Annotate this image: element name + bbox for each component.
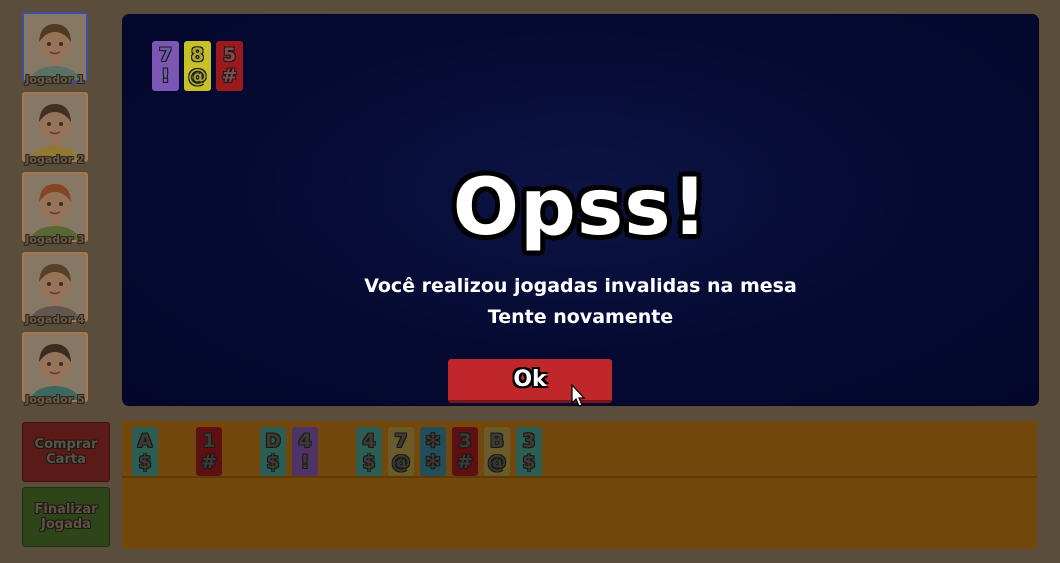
player-3: Jogador 3 (22, 172, 88, 246)
tile-value: D (265, 429, 281, 452)
hand-tile[interactable]: 7 @ (388, 427, 414, 476)
tile-value: 7 (394, 429, 408, 452)
table-tile[interactable]: 5 # (216, 41, 243, 91)
modal-title: Opss! (452, 163, 709, 253)
tile-symbol: $ (138, 450, 152, 473)
tile-value: A (137, 429, 153, 452)
buy-card-label-2: Carta (46, 452, 86, 467)
player-2-avatar (22, 92, 88, 162)
tile-symbol: @ (188, 65, 207, 87)
hand-tile[interactable]: 4! (292, 427, 318, 476)
modal-message: Você realizou jogadas invalidas na mesa (364, 275, 797, 297)
tile-symbol: # (201, 450, 217, 473)
tile-symbol: ! (161, 65, 170, 87)
tile-value: 3 (522, 429, 536, 452)
tile-value: 1 (202, 429, 216, 452)
tile-value: B (489, 429, 505, 452)
tile-value: 8 (190, 44, 205, 66)
end-turn-button[interactable]: Finalizar Jogada (22, 487, 110, 547)
player-1-name: Jogador 1 (25, 73, 85, 86)
hand-tile[interactable]: 1 # (196, 427, 222, 476)
tile-value: 5 (222, 44, 237, 66)
player-5-avatar (22, 332, 88, 402)
player-5-name: Jogador 5 (25, 393, 85, 406)
tile-value: 7 (158, 44, 173, 66)
tile-symbol: @ (487, 450, 507, 473)
hand-tile[interactable]: 3 # (452, 427, 478, 476)
player-list: Jogador 1 Jogador 2 Jogador 3 Jogador 4 … (18, 12, 92, 412)
hand-tile[interactable]: 3 $ (516, 427, 542, 476)
player-2-name: Jogador 2 (25, 153, 85, 166)
table-tile[interactable]: 8 @ (184, 41, 211, 91)
tile-symbol: $ (266, 450, 280, 473)
tile-value: 4 (362, 429, 376, 452)
player-1-avatar (22, 12, 88, 82)
table-tile[interactable]: 7! (152, 41, 179, 91)
tile-value: 4 (298, 429, 312, 452)
ok-button[interactable]: Ok (448, 359, 612, 403)
error-modal: 7! 8 @5 # Opss! Você realizou jogadas inval… (123, 15, 1038, 407)
player-1: Jogador 1 (22, 12, 88, 86)
hand-tile[interactable]: D $ (260, 427, 286, 476)
buy-card-button[interactable]: Comprar Carta (22, 422, 110, 482)
tile-symbol: ✻ (425, 450, 441, 473)
buy-card-label-1: Comprar (34, 437, 98, 452)
hand-tile[interactable]: B @ (484, 427, 510, 476)
hand-tile[interactable]: ✻ ✻ (420, 427, 446, 476)
modal-submessage: Tente novamente (487, 306, 674, 328)
end-turn-label-1: Finalizar (34, 502, 98, 517)
player-2: Jogador 2 (22, 92, 88, 166)
tile-symbol: $ (362, 450, 376, 473)
hand-tile[interactable]: 4 $ (356, 427, 382, 476)
player-3-name: Jogador 3 (25, 233, 85, 246)
player-4: Jogador 4 (22, 252, 88, 326)
tile-symbol: # (221, 65, 238, 87)
tile-value: ✻ (425, 429, 441, 452)
tile-symbol: $ (522, 450, 536, 473)
hand-divider (122, 476, 1037, 478)
hand-tile[interactable]: A $ (132, 427, 158, 476)
player-3-avatar (22, 172, 88, 242)
tile-symbol: ! (300, 450, 310, 473)
player-4-name: Jogador 4 (25, 313, 85, 326)
tile-symbol: @ (391, 450, 411, 473)
end-turn-label-2: Jogada (41, 517, 91, 532)
hand-area: A $1 # D $4! 4 $7 @ ✻ ✻ 3 # B @3 $ (122, 421, 1037, 549)
tile-value: 3 (458, 429, 472, 452)
tile-symbol: # (457, 450, 473, 473)
player-4-avatar (22, 252, 88, 322)
player-5: Jogador 5 (22, 332, 88, 406)
mouse-cursor-icon (571, 384, 586, 407)
